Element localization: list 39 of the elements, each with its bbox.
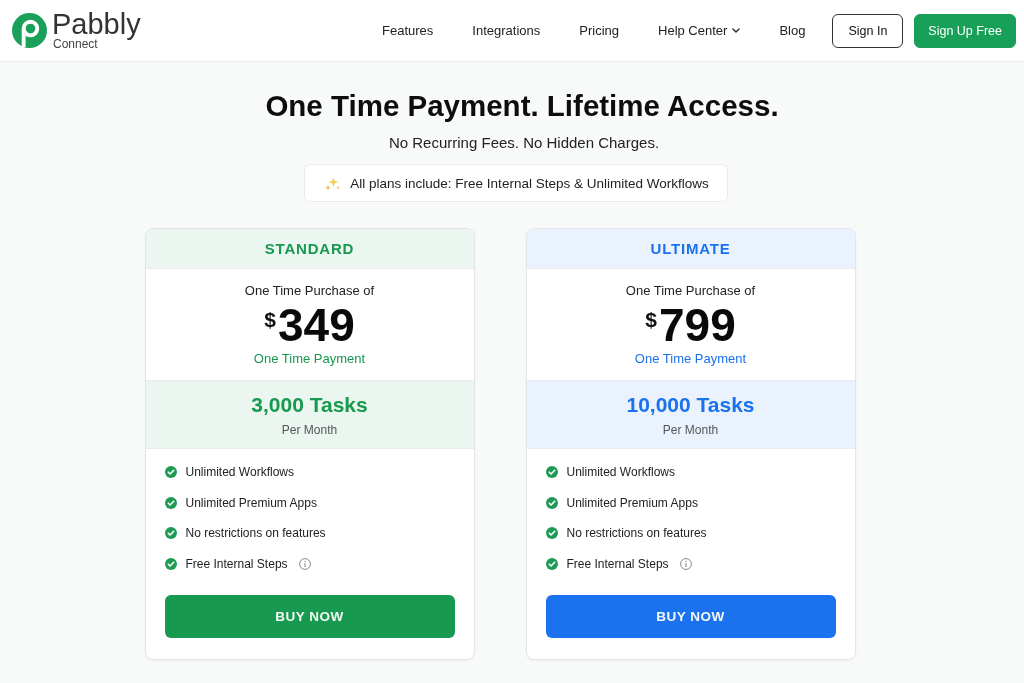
task-count: 3,000 Tasks bbox=[251, 392, 368, 418]
purchase-label: One Time Purchase of bbox=[244, 282, 375, 300]
page-subtitle: No Recurring Fees. No Hidden Charges. bbox=[387, 133, 660, 153]
task-period: Per Month bbox=[281, 422, 338, 438]
feature-text: Free Internal Steps bbox=[566, 556, 669, 571]
feature-text: Free Internal Steps bbox=[185, 556, 288, 571]
buy-now-button[interactable]: BUY NOW bbox=[545, 595, 836, 638]
price-amount: 349 bbox=[277, 304, 355, 346]
task-count: 10,000 Tasks bbox=[626, 392, 755, 418]
nav-link[interactable]: Pricing bbox=[579, 23, 619, 38]
banner-text: All plans include: Free Internal Steps & Unlimited Workflows bbox=[350, 175, 709, 191]
chevron-down-icon bbox=[732, 28, 741, 33]
logo-icon[interactable] bbox=[12, 13, 47, 48]
payment-note: One Time Payment bbox=[253, 350, 366, 368]
feature-text: Unlimited Premium Apps bbox=[566, 495, 698, 510]
plan-title: ULTIMATE bbox=[526, 229, 855, 269]
task-period: Per Month bbox=[662, 422, 719, 438]
currency-symbol: $ bbox=[264, 308, 276, 332]
feature-text: No restrictions on features bbox=[185, 526, 326, 541]
plan-title: STANDARD bbox=[145, 229, 474, 269]
page-heading: One Time Payment. Lifetime Access. bbox=[264, 88, 779, 124]
feature-text: Unlimited Workflows bbox=[185, 465, 294, 480]
nav-link[interactable]: Help Center bbox=[658, 23, 741, 38]
info-icon[interactable] bbox=[679, 557, 692, 570]
feature-text: Unlimited Premium Apps bbox=[185, 495, 317, 510]
info-icon[interactable] bbox=[298, 557, 311, 570]
brand-name: Pabbly bbox=[52, 10, 141, 38]
payment-note: One Time Payment bbox=[634, 350, 747, 368]
nav-link[interactable]: Features bbox=[382, 23, 434, 38]
price-amount: 799 bbox=[658, 304, 736, 346]
feature-text: Unlimited Workflows bbox=[566, 465, 675, 480]
sparkle-icon bbox=[325, 175, 341, 191]
sign-in-button[interactable]: Sign In bbox=[832, 13, 904, 48]
brand-subtitle: Connect bbox=[53, 38, 98, 51]
nav-link[interactable]: Integrations bbox=[472, 23, 541, 38]
purchase-label: One Time Purchase of bbox=[625, 282, 756, 300]
nav-link[interactable]: Blog bbox=[779, 23, 806, 38]
currency-symbol: $ bbox=[645, 308, 657, 332]
feature-text: No restrictions on features bbox=[566, 526, 707, 541]
